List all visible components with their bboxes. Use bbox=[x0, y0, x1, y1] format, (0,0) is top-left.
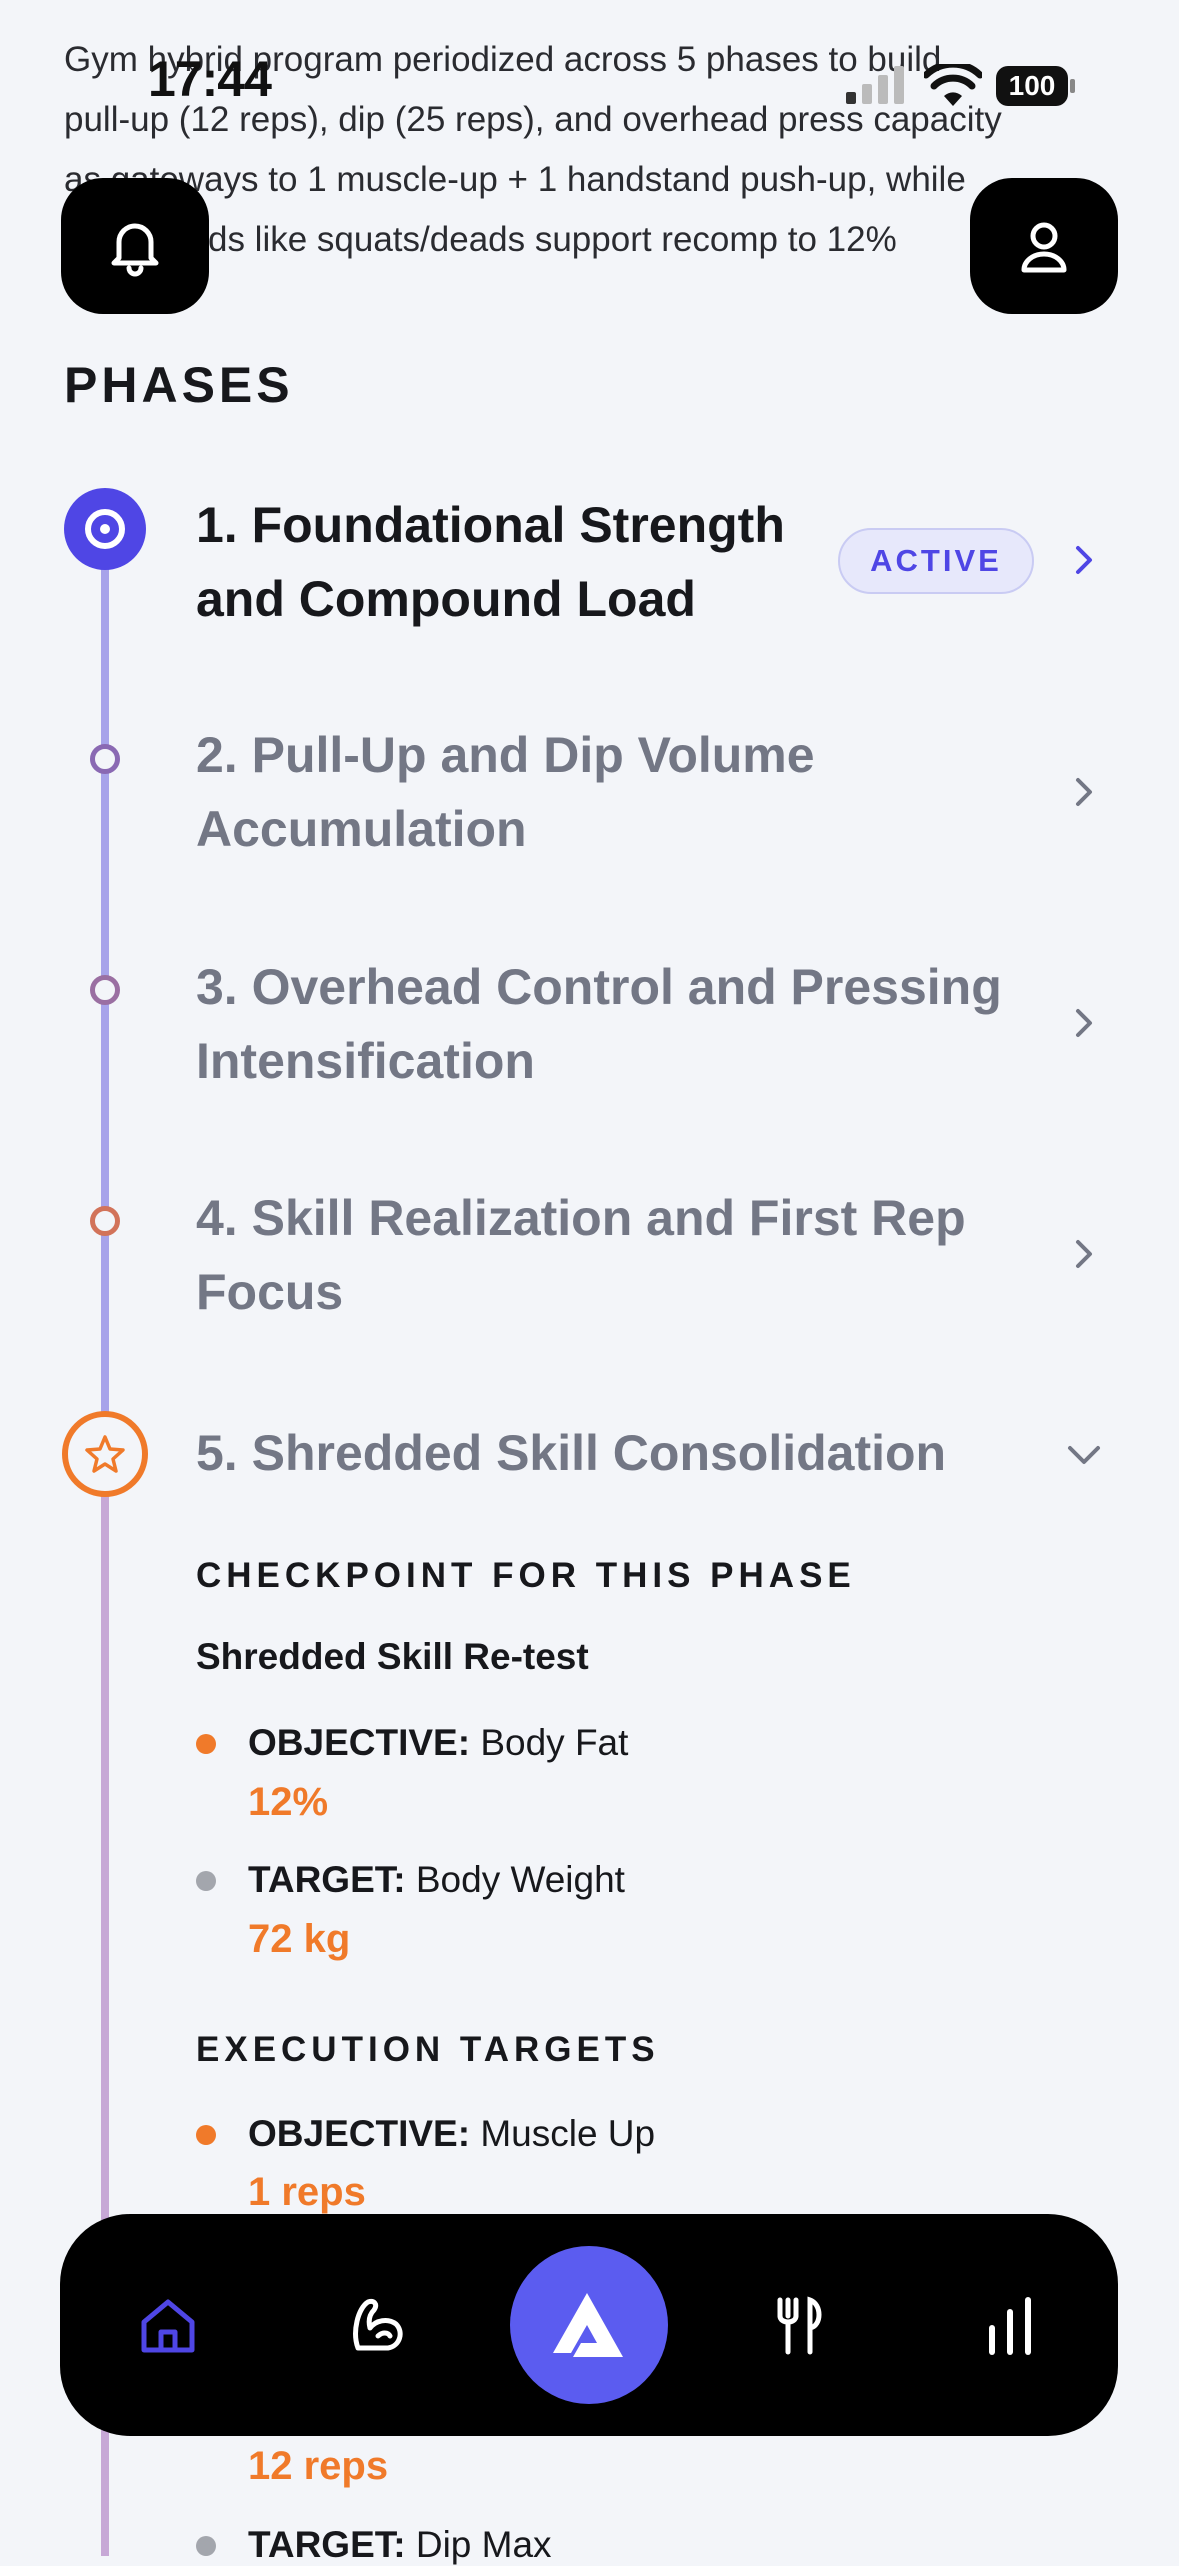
notifications-button[interactable] bbox=[61, 178, 209, 314]
tab-stats[interactable] bbox=[950, 2266, 1070, 2386]
fork-knife-icon bbox=[777, 2296, 822, 2355]
phase-node bbox=[90, 975, 120, 1005]
checkpoint-name: Shredded Skill Re-test bbox=[196, 1636, 589, 1677]
target-bullet bbox=[196, 1871, 216, 1891]
execution-heading: EXECUTION TARGETS bbox=[196, 2030, 660, 2069]
chevron-down-icon[interactable] bbox=[1064, 1434, 1104, 1474]
chevron-right-icon[interactable] bbox=[1064, 772, 1104, 812]
phase-title-3[interactable]: 3. Overhead Control and Pressing Intensi… bbox=[196, 950, 1016, 1098]
objective-bullet bbox=[196, 2125, 216, 2145]
target-icon bbox=[85, 509, 125, 549]
chevron-right-icon[interactable] bbox=[1064, 540, 1104, 580]
execution-item-value: 12 reps bbox=[248, 2444, 389, 2488]
stats-icon bbox=[989, 2297, 1031, 2355]
execution-item-label: OBJECTIVE: Muscle Up bbox=[248, 2113, 656, 2154]
bell-icon bbox=[111, 223, 159, 277]
checkpoint-item-value: 72 kg bbox=[248, 1917, 351, 1961]
app-logo-icon bbox=[553, 2293, 623, 2357]
target-bullet bbox=[196, 2536, 216, 2556]
battery-indicator: 100 bbox=[996, 66, 1076, 106]
checkpoint-item-label: OBJECTIVE: Body Fat bbox=[248, 1722, 629, 1763]
phase-title-1[interactable]: 1. Foundational Strength and Compound Lo… bbox=[196, 488, 846, 636]
tab-home[interactable] bbox=[108, 2266, 228, 2386]
tab-nutrition[interactable] bbox=[740, 2266, 860, 2386]
chevron-right-icon[interactable] bbox=[1064, 1234, 1104, 1274]
tab-main[interactable] bbox=[510, 2246, 668, 2404]
phase-title-2[interactable]: 2. Pull-Up and Dip Volume Accumulation bbox=[196, 718, 1016, 866]
cellular-signal-icon bbox=[846, 66, 904, 104]
section-title: PHASES bbox=[64, 357, 294, 413]
chevron-right-icon[interactable] bbox=[1064, 1003, 1104, 1043]
objective-bullet bbox=[196, 1734, 216, 1754]
checkpoint-item-label: TARGET: Body Weight bbox=[248, 1859, 625, 1900]
phase-node-milestone bbox=[62, 1411, 148, 1497]
execution-item-value: 1 reps bbox=[248, 2170, 366, 2214]
execution-item-label: TARGET: Dip Max bbox=[248, 2524, 552, 2565]
profile-button[interactable] bbox=[970, 178, 1118, 314]
tab-workout[interactable] bbox=[318, 2266, 438, 2386]
user-icon bbox=[1021, 222, 1067, 273]
flexed-arm-icon bbox=[353, 2299, 403, 2351]
phase-title-4[interactable]: 4. Skill Realization and First Rep Focus bbox=[196, 1181, 1016, 1329]
phase-node-active bbox=[64, 488, 146, 570]
phase-node bbox=[90, 744, 120, 774]
active-badge: ACTIVE bbox=[838, 528, 1034, 594]
phase-node bbox=[90, 1206, 120, 1236]
checkpoint-heading: CHECKPOINT FOR THIS PHASE bbox=[196, 1556, 856, 1595]
wifi-icon bbox=[924, 64, 982, 106]
home-icon bbox=[141, 2299, 195, 2353]
phase-title-5[interactable]: 5. Shredded Skill Consolidation bbox=[196, 1416, 1016, 1490]
status-time: 17:44 bbox=[148, 51, 272, 107]
checkpoint-item-value: 12% bbox=[248, 1780, 329, 1824]
star-icon bbox=[85, 1435, 125, 1473]
